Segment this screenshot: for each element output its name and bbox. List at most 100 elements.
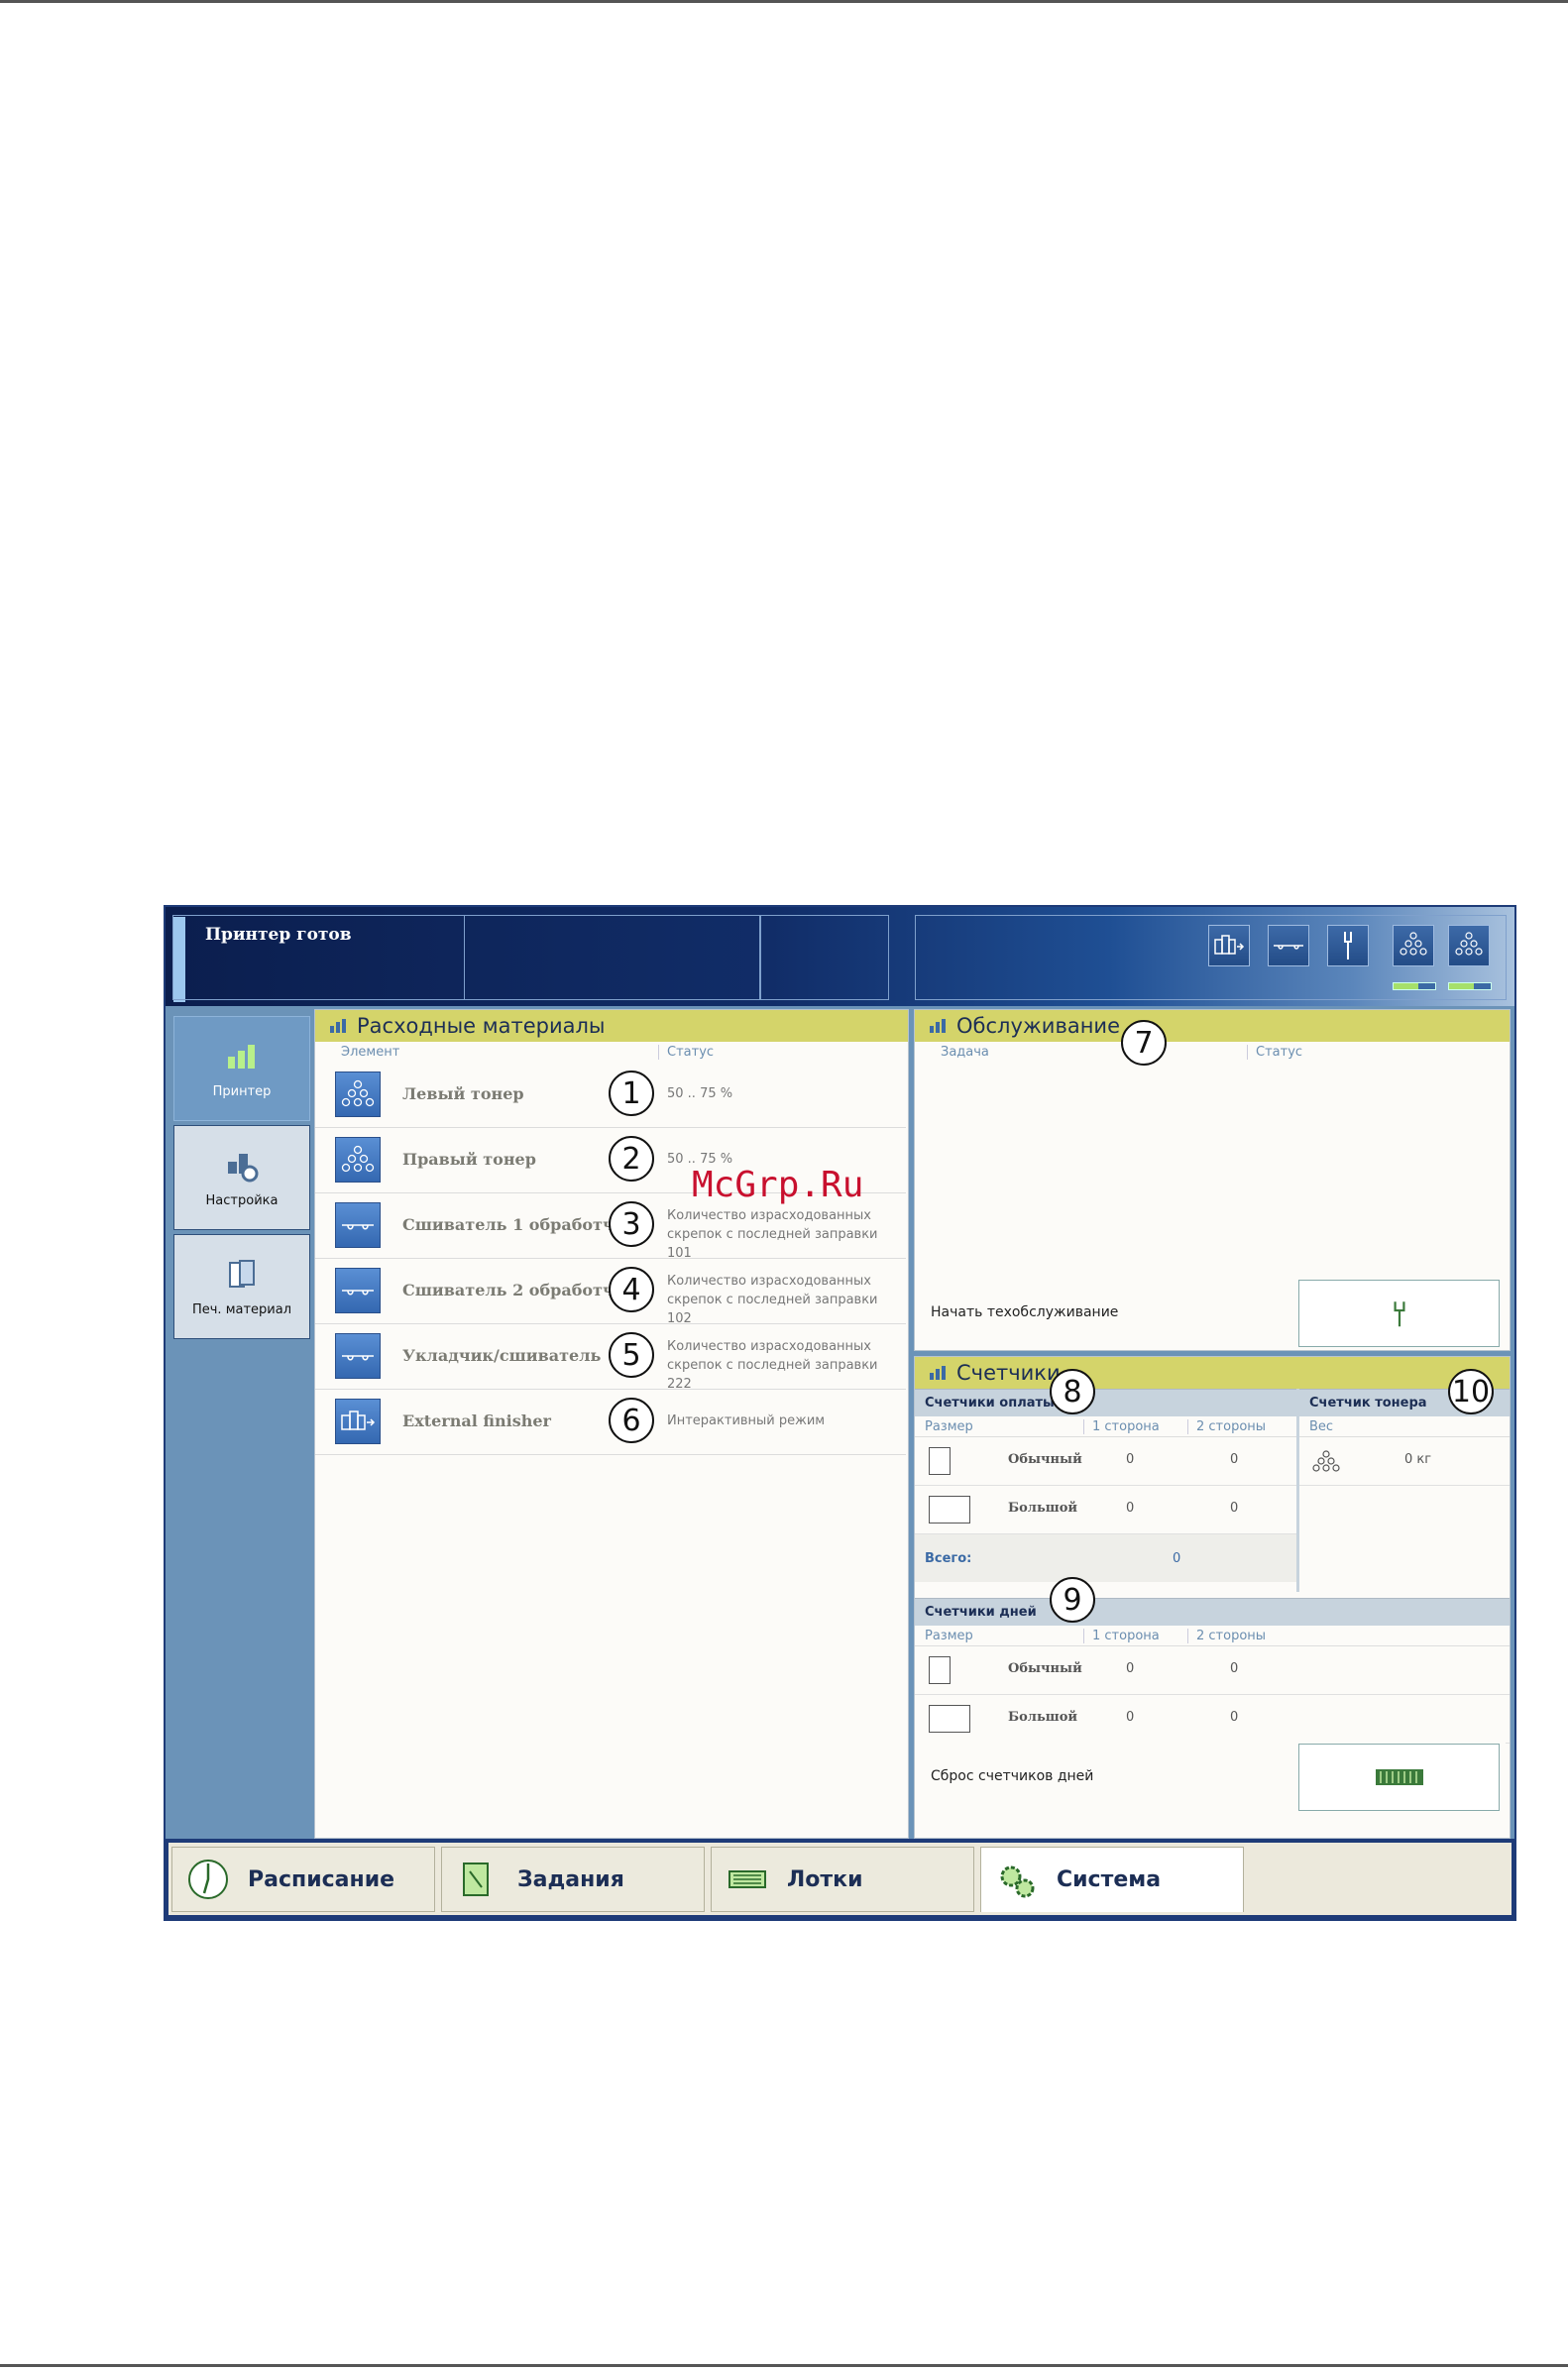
toner-row: 0 кг bbox=[1299, 1437, 1510, 1486]
day-counters: Счетчики дней Размер 1 сторона 2 стороны… bbox=[915, 1598, 1510, 1836]
billing-normal-2side: 0 bbox=[1230, 1452, 1239, 1467]
start-maintenance-label: Начать техобслуживание bbox=[931, 1304, 1119, 1320]
printer-console-window: Принтер готов Принтер Настройка Печ. мат… bbox=[164, 905, 1516, 1921]
supply-status: Количество израсходованных скрепок с посл… bbox=[667, 1272, 906, 1328]
supplies-chart-icon bbox=[330, 1019, 346, 1033]
watermark-text: McGrp.Ru bbox=[692, 1165, 864, 1205]
paper-large-icon bbox=[929, 1705, 970, 1733]
toner-icon bbox=[335, 1072, 381, 1117]
supply-name: External finisher bbox=[402, 1411, 551, 1430]
status-panel-2 bbox=[760, 915, 889, 1000]
col-size: Размер bbox=[925, 1418, 973, 1434]
stapler-icon[interactable] bbox=[1268, 925, 1309, 966]
toner-left-level bbox=[1393, 982, 1436, 990]
supply-row[interactable]: Укладчик/сшиватель Количество израсходова… bbox=[315, 1323, 906, 1392]
tab-trays-label: Лотки bbox=[787, 1866, 863, 1892]
maintenance-title: Обслуживание bbox=[956, 1014, 1120, 1038]
jobs-icon bbox=[463, 1862, 489, 1896]
days-normal-2side: 0 bbox=[1230, 1661, 1239, 1676]
supply-status: Количество израсходованных скрепок с посл… bbox=[667, 1206, 906, 1263]
toner-icon bbox=[335, 1137, 381, 1183]
maintenance-chart-icon bbox=[930, 1019, 946, 1033]
supply-name: Левый тонер bbox=[402, 1084, 524, 1103]
billing-total-label: Всего: bbox=[925, 1551, 972, 1566]
start-maintenance-button[interactable] bbox=[1298, 1280, 1500, 1347]
tab-schedule[interactable]: Расписание bbox=[171, 1847, 435, 1912]
tab-schedule-label: Расписание bbox=[248, 1866, 395, 1892]
days-large-1side: 0 bbox=[1126, 1710, 1135, 1725]
callout-2: 2 bbox=[609, 1136, 654, 1182]
media-icon bbox=[229, 1260, 255, 1288]
tab-jobs[interactable]: Задания bbox=[441, 1847, 705, 1912]
paper-normal-icon bbox=[929, 1447, 951, 1475]
supply-row[interactable]: External finisher Интерактивный режим 6 bbox=[315, 1389, 906, 1455]
billing-row-large: Большой 0 0 bbox=[915, 1486, 1296, 1534]
supplies-title-bar: Расходные материалы bbox=[315, 1010, 908, 1042]
nav-media[interactable]: Печ. материал bbox=[173, 1234, 310, 1339]
supply-status: 50 .. 75 % bbox=[667, 1084, 732, 1103]
reset-day-counters-button[interactable] bbox=[1298, 1744, 1500, 1811]
callout-10: 10 bbox=[1448, 1369, 1494, 1414]
days-row-large: Большой 0 0 bbox=[915, 1695, 1510, 1744]
wrench-icon[interactable] bbox=[1327, 925, 1369, 966]
stapler-icon bbox=[335, 1268, 381, 1313]
counters-chart-icon bbox=[930, 1366, 946, 1380]
page-top-rule bbox=[0, 0, 1568, 3]
callout-8: 8 bbox=[1050, 1369, 1095, 1414]
supply-row[interactable]: Левый тонер 50 .. 75 % 1 bbox=[315, 1062, 906, 1128]
supply-status-line-1: Количество израсходованных bbox=[667, 1274, 871, 1289]
billing-counters: Счетчики оплаты Размер 1 сторона 2 сторо… bbox=[915, 1389, 1299, 1592]
supply-status: Количество израсходованных скрепок с посл… bbox=[667, 1337, 906, 1394]
counters-title-bar: Счетчики bbox=[915, 1357, 1510, 1389]
maintenance-column-header: Задача Статус bbox=[915, 1042, 1510, 1062]
maintenance-panel: Обслуживание 7 Задача Статус Начать техо… bbox=[914, 1009, 1511, 1351]
wrench-icon bbox=[1394, 1301, 1404, 1327]
toner-counter: Счетчик тонера Вес 0 кг bbox=[1299, 1389, 1510, 1592]
days-normal-1side: 0 bbox=[1126, 1661, 1135, 1676]
supply-row[interactable]: Сшиватель 2 обработчика Количество израсх… bbox=[315, 1258, 906, 1326]
toner-column-header: Вес bbox=[1299, 1416, 1510, 1437]
toner-weight-value: 0 кг bbox=[1404, 1452, 1432, 1467]
tab-trays[interactable]: Лотки bbox=[711, 1847, 974, 1912]
billing-column-header: Размер 1 сторона 2 стороны bbox=[915, 1416, 1296, 1437]
counters-panel: Счетчики Счетчики оплаты Размер 1 сторон… bbox=[914, 1356, 1511, 1839]
status-divider bbox=[463, 915, 465, 1000]
supply-status-line-1: Интерактивный режим bbox=[667, 1413, 826, 1428]
finisher-icon[interactable] bbox=[1208, 925, 1250, 966]
days-col-2side: 2 стороны bbox=[1187, 1628, 1266, 1643]
callout-4: 4 bbox=[609, 1267, 654, 1312]
status-header: Принтер готов bbox=[166, 907, 1514, 1006]
maintenance-title-bar: Обслуживание bbox=[915, 1010, 1510, 1042]
settings-icon bbox=[228, 1154, 259, 1183]
nav-settings[interactable]: Настройка bbox=[173, 1125, 310, 1230]
days-row-normal: Обычный 0 0 bbox=[915, 1646, 1510, 1695]
clock-icon bbox=[188, 1860, 228, 1899]
day-counters-title: Счетчики дней bbox=[915, 1598, 1510, 1626]
billing-total-value: 0 bbox=[1173, 1551, 1181, 1566]
page-bottom-rule bbox=[0, 2364, 1568, 2367]
days-large-2side: 0 bbox=[1230, 1710, 1239, 1725]
billing-title: Счетчики оплаты bbox=[915, 1389, 1296, 1416]
col-weight: Вес bbox=[1309, 1418, 1334, 1434]
billing-row-normal: Обычный 0 0 bbox=[915, 1437, 1296, 1486]
supply-status-line-1: Количество израсходованных bbox=[667, 1208, 871, 1223]
toner-left-icon[interactable] bbox=[1393, 925, 1434, 966]
printer-status-text: Принтер готов bbox=[205, 925, 352, 945]
nav-printer[interactable]: Принтер bbox=[173, 1016, 310, 1121]
callout-1: 1 bbox=[609, 1071, 654, 1116]
counters-title: Счетчики bbox=[956, 1361, 1061, 1385]
days-column-header: Размер 1 сторона 2 стороны bbox=[915, 1626, 1510, 1646]
col-element: Элемент bbox=[341, 1044, 400, 1060]
toner-right-icon[interactable] bbox=[1448, 925, 1490, 966]
stapler-icon bbox=[335, 1333, 381, 1379]
supplies-title: Расходные материалы bbox=[357, 1014, 606, 1038]
supply-name: Укладчик/сшиватель bbox=[402, 1346, 602, 1365]
billing-large-1side: 0 bbox=[1126, 1501, 1135, 1516]
tab-system[interactable]: Система bbox=[980, 1847, 1244, 1912]
col-task: Задача bbox=[941, 1044, 989, 1060]
days-col-size: Размер bbox=[925, 1628, 973, 1643]
nav-settings-label: Настройка bbox=[205, 1193, 279, 1208]
billing-large-2side: 0 bbox=[1230, 1501, 1239, 1516]
days-normal-label: Обычный bbox=[1008, 1661, 1082, 1676]
supply-status: Интерактивный режим bbox=[667, 1411, 825, 1430]
